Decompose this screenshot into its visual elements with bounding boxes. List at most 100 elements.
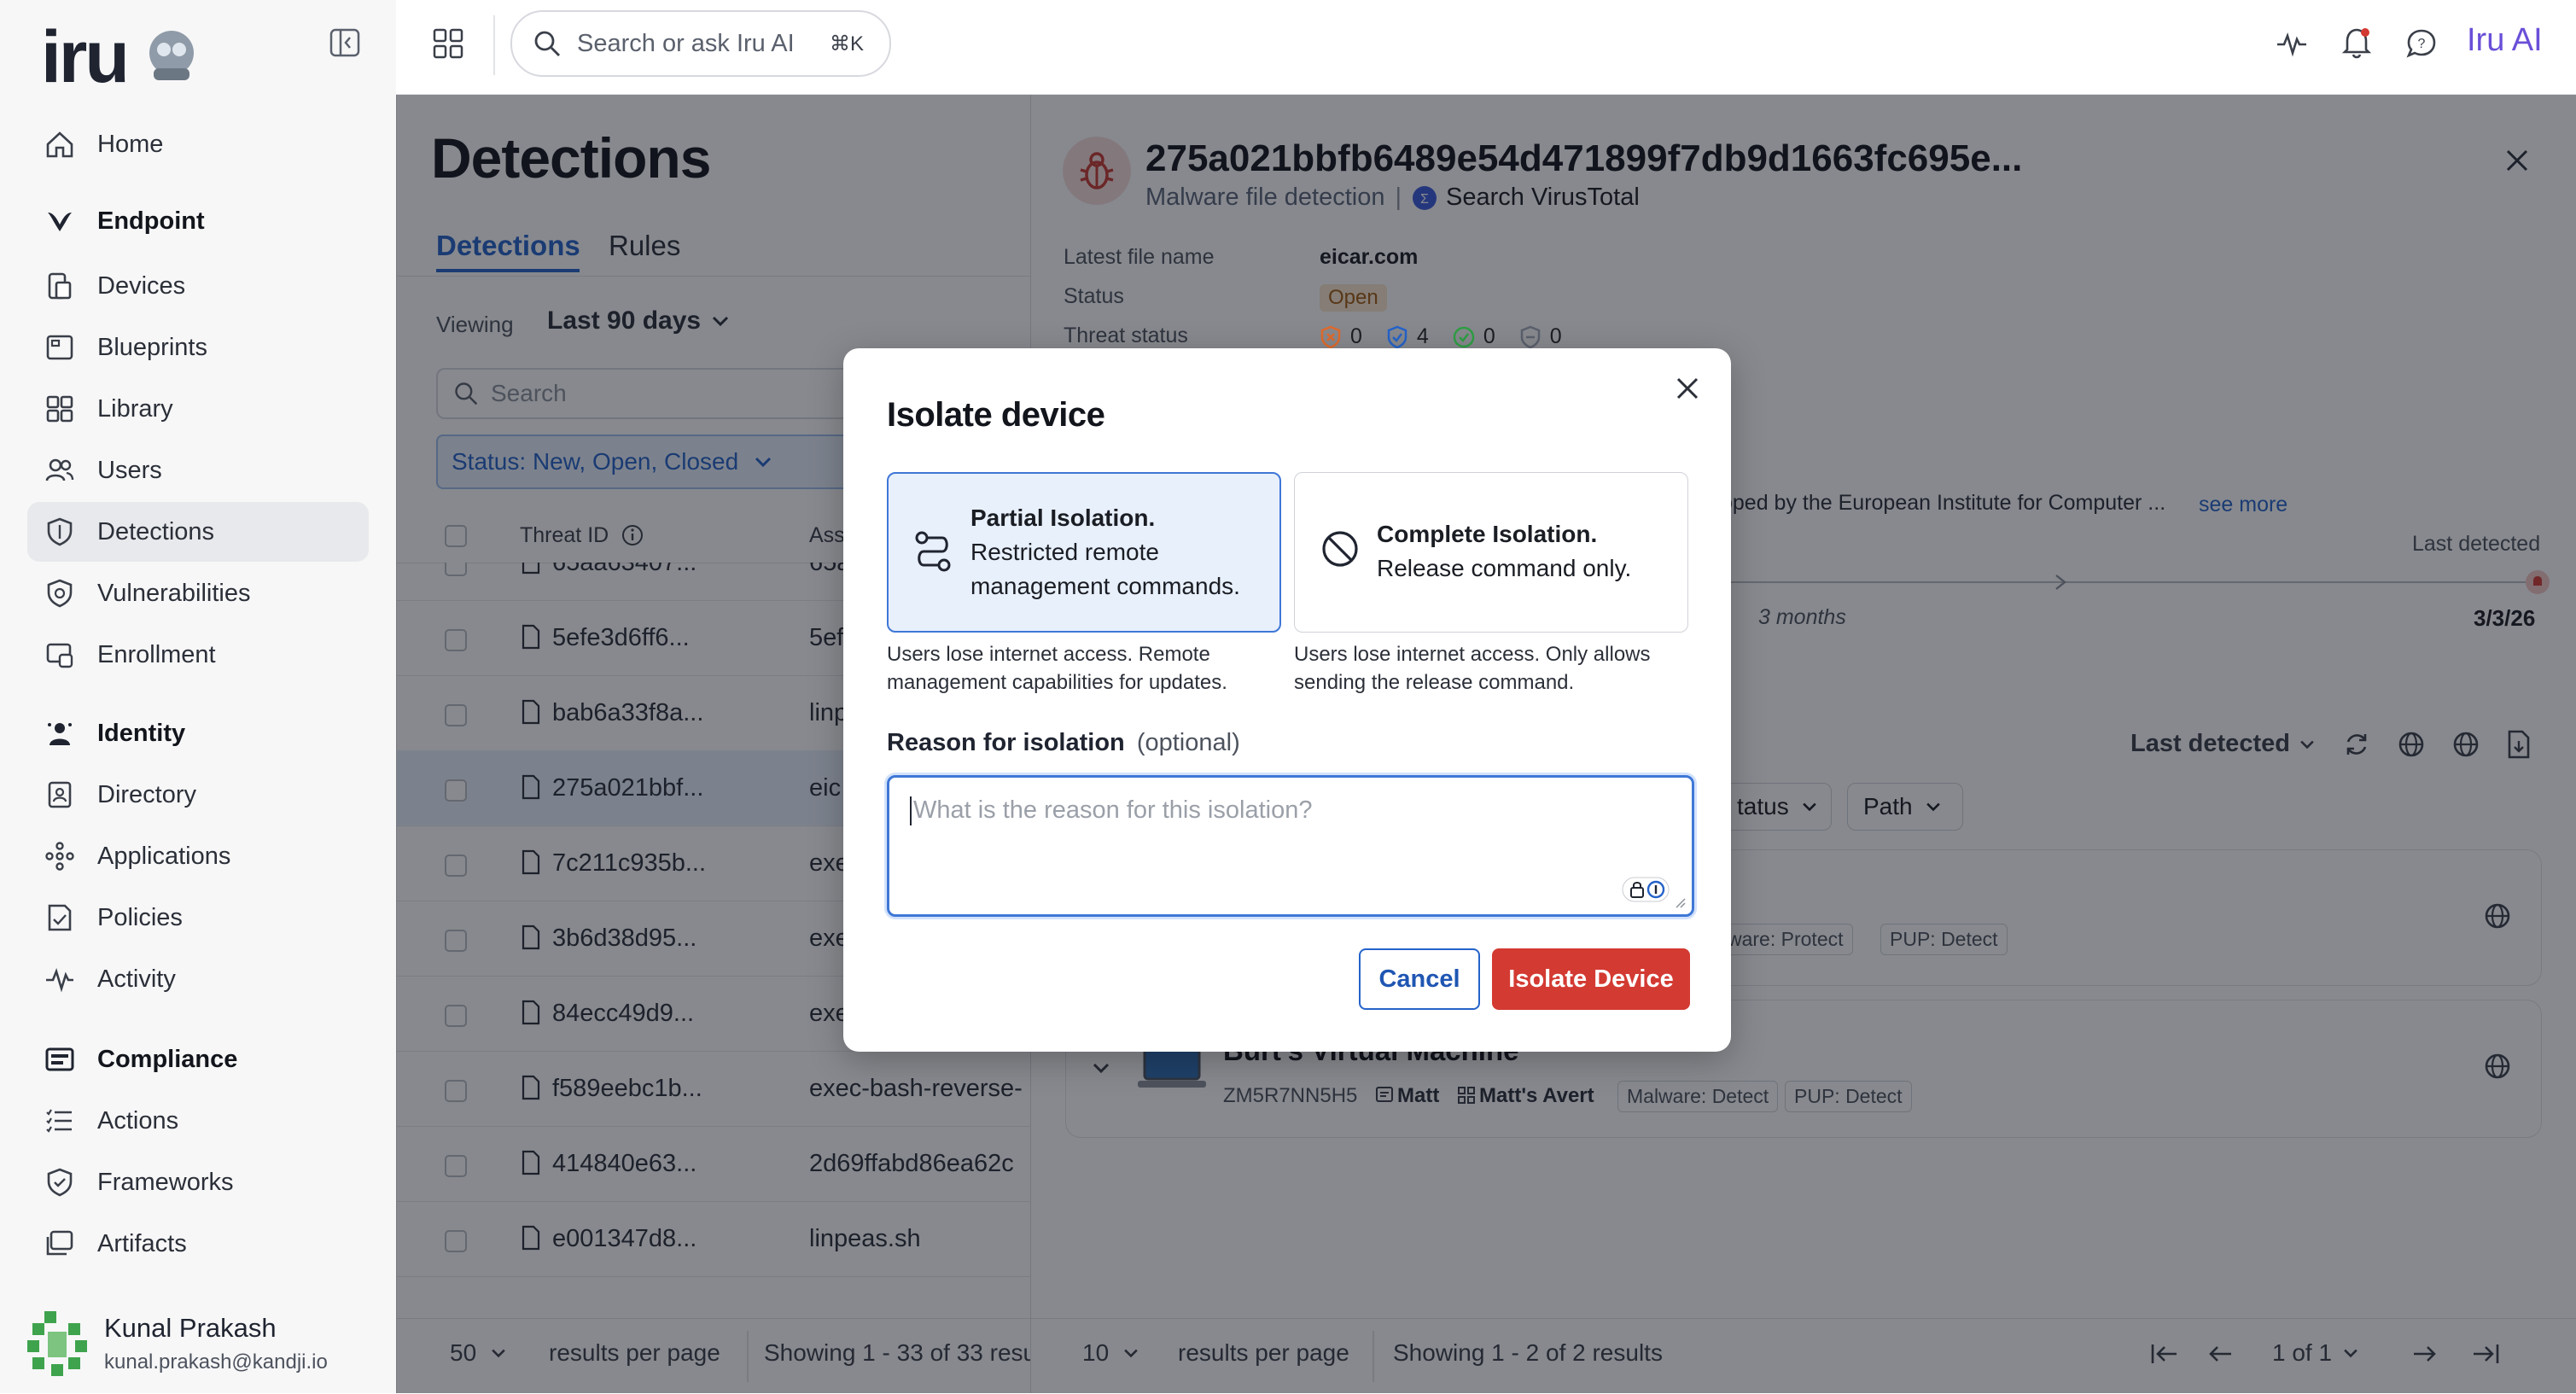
resize-handle-icon[interactable] <box>1673 895 1687 909</box>
compliance-icon <box>43 1042 77 1076</box>
partial-isolation-option[interactable]: Partial Isolation. Restricted remote mana… <box>887 472 1281 633</box>
collapse-sidebar-icon[interactable] <box>329 27 360 58</box>
policies-icon <box>43 901 77 935</box>
sidebar-item-enrollment[interactable]: Enrollment <box>27 625 369 685</box>
logo-mascot-icon <box>142 26 201 85</box>
sidebar-item-label: Directory <box>97 780 197 808</box>
text-cursor <box>910 796 912 825</box>
search-placeholder: Search or ask Iru AI <box>577 29 795 57</box>
search-shortcut: ⌘K <box>829 32 864 55</box>
threat-blocked-icon <box>1386 325 1408 349</box>
complete-isolation-title: Complete Isolation. <box>1377 521 1598 547</box>
sidebar-item-label: Policies <box>97 903 183 931</box>
sidebar-item-label: Frameworks <box>97 1168 234 1196</box>
sidebar-item-label: Activity <box>97 965 176 993</box>
sidebar-item-artifacts[interactable]: Artifacts <box>27 1214 369 1274</box>
threat-count-other: 0 <box>1549 324 1562 348</box>
sidebar-item-label: Applications <box>97 842 231 870</box>
sidebar-item-detections[interactable]: Detections <box>27 502 369 562</box>
activity-pulse-icon[interactable] <box>2276 27 2308 60</box>
sidebar-item-label: Vulnerabilities <box>97 579 251 607</box>
chat-feedback-icon[interactable]: ? <box>2405 27 2438 60</box>
sidebar-item-label: Compliance <box>97 1045 238 1073</box>
sidebar-item-label: Endpoint <box>97 207 205 235</box>
reason-optional: (optional) <box>1136 729 1240 756</box>
user-email: kunal.prakash@kandji.io <box>104 1350 328 1374</box>
sidebar-item-label: Actions <box>97 1106 179 1134</box>
sidebar-item-label: Home <box>97 130 164 158</box>
user-profile[interactable]: Kunal Prakash kunal.prakash@kandji.io <box>27 1306 386 1383</box>
sidebar-item-label: Blueprints <box>97 333 207 361</box>
app-switcher-icon[interactable] <box>432 27 464 60</box>
sidebar-item-users[interactable]: Users <box>27 440 369 500</box>
sidebar-item-label: Enrollment <box>97 640 216 668</box>
threat-count-resolved: 0 <box>1483 324 1495 348</box>
complete-isolation-option[interactable]: Complete Isolation. Release command only. <box>1294 472 1688 633</box>
threat-status-counts: 0 4 0 0 <box>1320 324 1562 349</box>
iru-ai-button[interactable]: Iru AI <box>2467 22 2543 59</box>
complete-isolation-description: Users lose internet access. Only allows … <box>1294 643 1651 694</box>
users-icon <box>43 453 77 487</box>
threat-count-malicious: 0 <box>1350 324 1362 348</box>
cancel-button[interactable]: Cancel <box>1359 948 1480 1010</box>
threat-resolved-icon <box>1453 326 1475 348</box>
sidebar-item-endpoint[interactable]: Endpoint <box>27 191 369 251</box>
sidebar-item-label: Library <box>97 394 173 423</box>
sidebar-item-applications[interactable]: Applications <box>27 826 369 886</box>
home-icon <box>43 127 77 161</box>
modal-close-icon[interactable] <box>1673 374 1702 403</box>
notifications-bell-icon[interactable] <box>2340 26 2373 60</box>
route-icon <box>914 530 952 573</box>
search-icon <box>533 29 562 58</box>
sidebar-item-policies[interactable]: Policies <box>27 888 369 948</box>
reason-textarea[interactable]: What is the reason for this isolation? <box>887 775 1694 917</box>
threat-malicious-icon <box>1320 325 1342 349</box>
complete-isolation-body: Release command only. <box>1377 555 1632 581</box>
sidebar-item-label: Artifacts <box>97 1229 187 1257</box>
actions-icon <box>43 1104 77 1138</box>
svg-text:?: ? <box>2418 37 2426 51</box>
sidebar-item-compliance[interactable]: Compliance <box>27 1029 369 1089</box>
isolate-device-button[interactable]: Isolate Device <box>1492 948 1690 1010</box>
library-icon <box>43 392 77 426</box>
directory-icon <box>43 778 77 812</box>
sidebar-item-activity[interactable]: Activity <box>27 949 369 1009</box>
modal-title: Isolate device <box>887 396 1105 434</box>
activity-icon <box>43 962 77 996</box>
sidebar-item-identity[interactable]: Identity <box>27 703 369 763</box>
threat-count-blocked: 4 <box>1416 324 1429 348</box>
devices-icon <box>43 269 77 303</box>
sidebar-item-blueprints[interactable]: Blueprints <box>27 318 369 377</box>
divider <box>493 15 495 75</box>
top-bar: Search or ask Iru AI ⌘K ? Iru AI <box>396 0 2576 95</box>
identity-icon <box>43 716 77 750</box>
block-icon <box>1320 529 1360 569</box>
isolate-device-modal: Isolate device Partial Isolation. Restric… <box>843 348 1731 1052</box>
threat-other-icon <box>1519 325 1542 349</box>
reason-placeholder: What is the reason for this isolation? <box>913 796 1313 824</box>
partial-isolation-description: Users lose internet access. Remote manag… <box>887 643 1227 694</box>
enrollment-icon <box>43 638 77 672</box>
artifacts-icon <box>43 1227 77 1261</box>
sidebar-item-vulnerabilities[interactable]: Vulnerabilities <box>27 563 369 623</box>
password-manager-icon[interactable] <box>1622 877 1670 902</box>
global-search[interactable]: Search or ask Iru AI ⌘K <box>510 10 891 77</box>
sidebar-item-label: Devices <box>97 271 186 300</box>
vulnerabilities-icon <box>43 576 77 610</box>
sidebar-item-actions[interactable]: Actions <box>27 1091 369 1151</box>
avatar <box>27 1311 87 1378</box>
sidebar-item-directory[interactable]: Directory <box>27 765 369 825</box>
sidebar-item-frameworks[interactable]: Frameworks <box>27 1152 369 1212</box>
partial-isolation-body: Restricted remote management commands. <box>970 539 1240 599</box>
detections-icon <box>43 515 77 549</box>
partial-isolation-title: Partial Isolation. <box>970 505 1156 531</box>
sidebar-item-home[interactable]: Home <box>27 114 369 174</box>
sidebar-item-label: Users <box>97 456 162 484</box>
sidebar-item-library[interactable]: Library <box>27 379 369 439</box>
reason-label: Reason for isolation <box>887 729 1125 756</box>
sidebar-item-devices[interactable]: Devices <box>27 256 369 316</box>
iru-logo[interactable]: iru <box>41 15 212 98</box>
logo-text: iru <box>41 16 130 98</box>
sidebar-item-label: Identity <box>97 719 186 747</box>
sidebar-item-label: Detections <box>97 517 215 545</box>
